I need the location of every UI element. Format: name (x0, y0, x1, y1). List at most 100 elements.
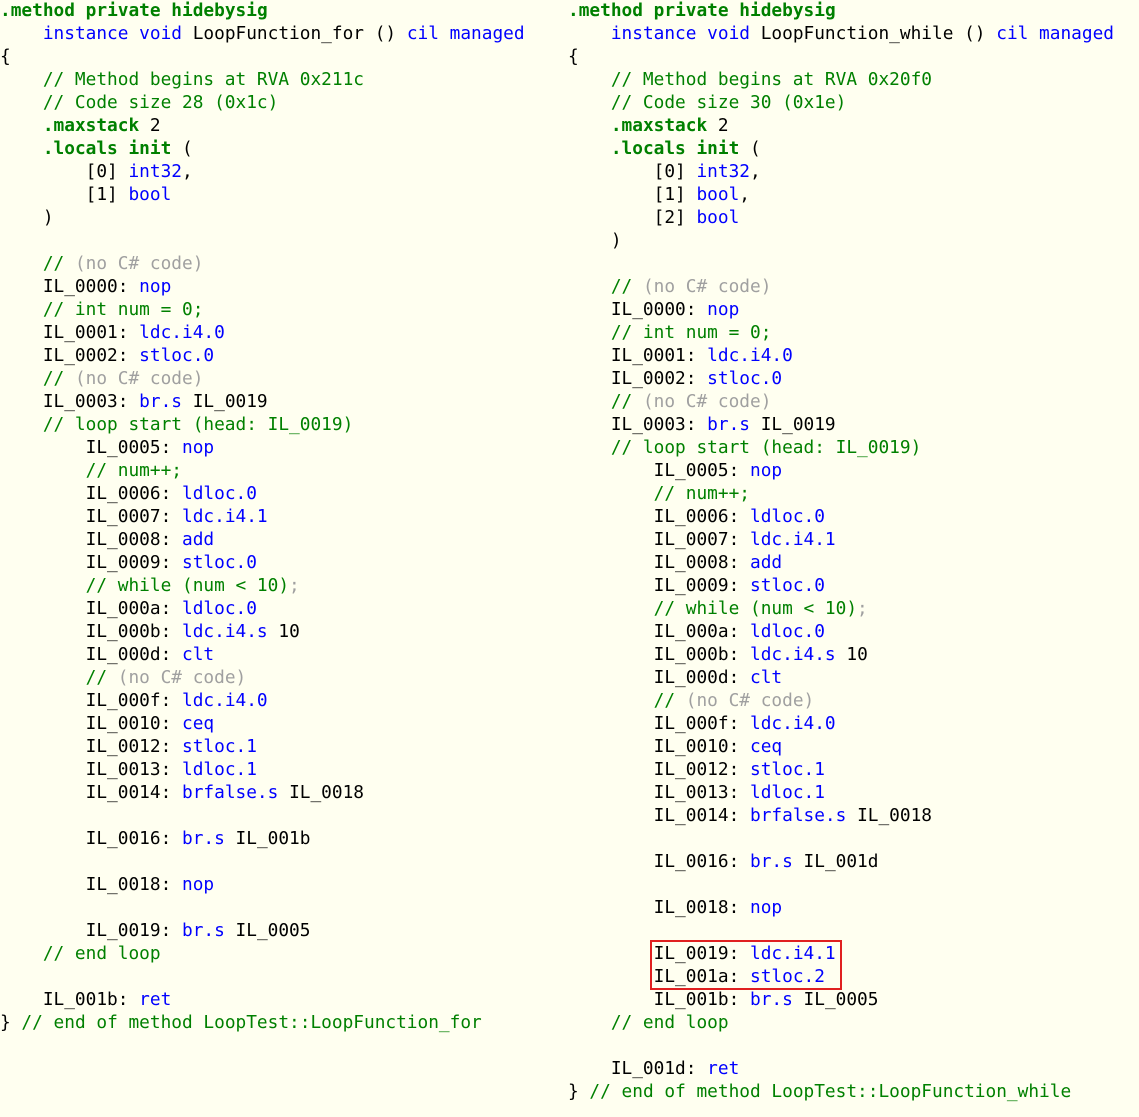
il-keyword: ldc.i4.1 (750, 943, 836, 964)
il-text: IL_000d: (568, 667, 750, 688)
il-keyword: ldc.i4.0 (707, 345, 793, 366)
code-line: IL_000a: ldloc.0 (568, 620, 1139, 643)
code-line: [1] bool, (568, 183, 1139, 206)
il-comment: // end of method LoopTest::LoopFunction_… (589, 1081, 1072, 1102)
il-text: LoopFunction_while () (750, 23, 997, 44)
code-line: [0] int32, (0, 160, 560, 183)
il-text: IL_0008: (0, 529, 182, 550)
code-line: instance void LoopFunction_for () cil ma… (0, 22, 560, 45)
il-comment: // (568, 391, 643, 412)
il-text (0, 23, 43, 44)
code-line: IL_0014: brfalse.s IL_0018 (568, 804, 1139, 827)
il-text: LoopFunction_for () (182, 23, 407, 44)
il-directive: .method (568, 0, 643, 21)
il-comment: // num++; (568, 483, 750, 504)
il-muted-text: (no C# code) (117, 667, 247, 688)
code-line: IL_0010: ceq (0, 712, 560, 735)
il-text: IL_001d: (568, 1058, 708, 1079)
il-text: IL_001b: (0, 989, 140, 1010)
il-keyword: ldc.i4.0 (182, 690, 268, 711)
il-keyword: int32 (128, 161, 182, 182)
il-text: [0] (568, 161, 697, 182)
il-directive: .locals init (42, 138, 172, 159)
il-muted-text: ; (289, 575, 300, 596)
code-line: .maxstack 2 (0, 114, 560, 137)
code-line: IL_0001: ldc.i4.0 (0, 321, 560, 344)
code-line: { (568, 45, 1139, 68)
il-text (568, 115, 611, 136)
il-comment: // (0, 253, 75, 274)
il-text: IL_0018 (278, 782, 365, 803)
code-line: IL_0019: ldc.i4.1 (568, 942, 1139, 965)
code-line: IL_0002: stloc.0 (0, 344, 560, 367)
il-keyword: ret (139, 989, 172, 1010)
code-line: IL_0000: nop (0, 275, 560, 298)
code-line: .locals init ( (568, 137, 1139, 160)
il-text: IL_0009: (0, 552, 182, 573)
il-comment: // (568, 276, 643, 297)
il-keyword: brfalse.s (750, 805, 847, 826)
code-line: // Method begins at RVA 0x20f0 (568, 68, 1139, 91)
code-line: IL_0001: ldc.i4.0 (568, 344, 1139, 367)
code-line: // loop start (head: IL_0019) (568, 436, 1139, 459)
il-keyword: bool (696, 207, 740, 228)
il-keyword: int32 (696, 161, 750, 182)
code-line: IL_0008: add (0, 528, 560, 551)
il-text: ( (739, 138, 761, 159)
code-line: IL_000f: ldc.i4.0 (568, 712, 1139, 735)
il-text: IL_0001: (0, 322, 140, 343)
code-line: // (no C# code) (568, 275, 1139, 298)
il-text: IL_0000: (0, 276, 140, 297)
il-keyword: br.s (182, 920, 225, 941)
code-line: IL_000d: clt (568, 666, 1139, 689)
il-comment: // num++; (0, 460, 182, 481)
code-line: IL_0018: nop (568, 896, 1139, 919)
il-text: [1] (0, 184, 129, 205)
code-line: IL_0018: nop (0, 873, 560, 896)
code-line: IL_0012: stloc.1 (0, 735, 560, 758)
il-keyword: ldc.i4.s (750, 644, 836, 665)
il-muted-text: (no C# code) (642, 391, 772, 412)
il-keyword: stloc.0 (750, 575, 825, 596)
code-line: // num++; (568, 482, 1139, 505)
il-text: IL_0001: (568, 345, 708, 366)
il-text: IL_0006: (0, 483, 182, 504)
il-keyword: nop (182, 437, 215, 458)
il-text: [1] (568, 184, 697, 205)
il-text (75, 0, 86, 21)
code-line: IL_0013: ldloc.1 (568, 781, 1139, 804)
il-text: ( (171, 138, 193, 159)
code-line: IL_0007: ldc.i4.1 (568, 528, 1139, 551)
il-keyword: ldc.i4.1 (750, 529, 836, 550)
code-line: // while (num < 10); (568, 597, 1139, 620)
il-directive: .locals init (610, 138, 740, 159)
il-comment: // end loop (0, 943, 161, 964)
il-keyword: br.s (750, 851, 793, 872)
il-comment: // Code size 28 (0x1c) (0, 92, 279, 113)
il-text: IL_000d: (0, 644, 182, 665)
il-keyword: bool (128, 184, 172, 205)
il-listing-loopfunction-while: .method private hidebysig instance void … (568, 0, 1139, 1103)
il-text: IL_0002: (0, 345, 140, 366)
code-line: // end loop (568, 1011, 1139, 1034)
il-keyword: ceq (750, 736, 783, 757)
il-keyword: ldloc.1 (750, 782, 825, 803)
code-line: [1] bool (0, 183, 560, 206)
il-text: IL_0014: (0, 782, 182, 803)
il-text: ) (0, 207, 54, 228)
il-text: IL_0019: (568, 943, 750, 964)
il-text (0, 115, 43, 136)
code-line: // Code size 28 (0x1c) (0, 91, 560, 114)
code-line: ) (0, 206, 560, 229)
il-muted-text: (no C# code) (685, 690, 815, 711)
il-muted-text: (no C# code) (74, 253, 204, 274)
il-keyword: ldloc.0 (750, 506, 825, 527)
il-text: IL_0016: (568, 851, 750, 872)
il-text: IL_0008: (568, 552, 750, 573)
code-line: IL_0016: br.s IL_001b (0, 827, 560, 850)
code-line: .locals init ( (0, 137, 560, 160)
il-comment: // int num = 0; (568, 322, 772, 343)
